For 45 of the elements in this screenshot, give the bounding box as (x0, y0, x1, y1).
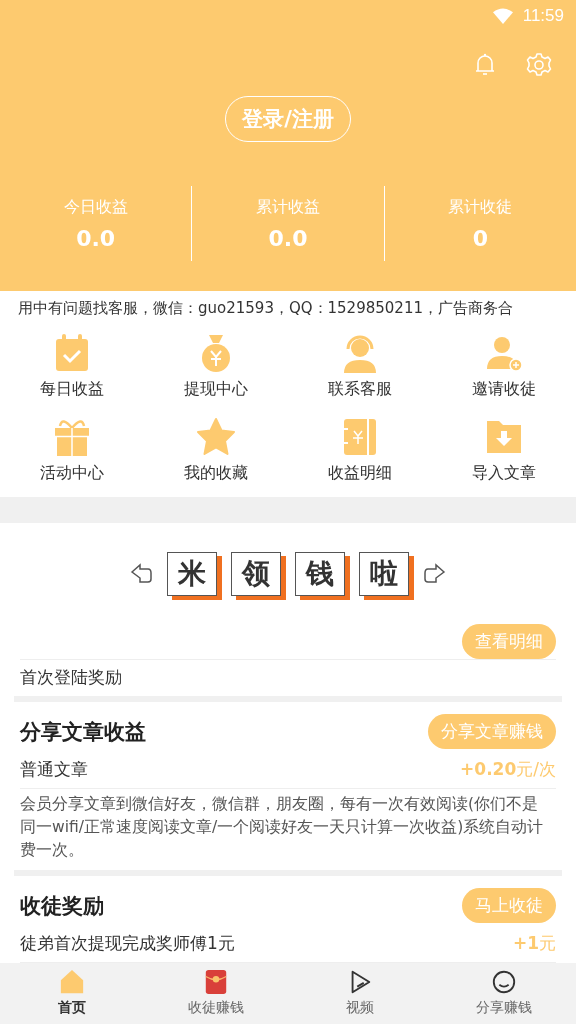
tab-item[interactable]: 分享赚钱 (432, 962, 576, 1024)
shortcut-label: 活动中心 (40, 463, 104, 485)
shortcut-item[interactable]: 提现中心 (144, 324, 288, 409)
stat-value: 0.0 (76, 225, 116, 251)
reward-amount: +0.20元/次 (460, 758, 556, 782)
shortcut-label: 联系客服 (328, 379, 392, 401)
tab-item[interactable]: 视频 (288, 962, 432, 1024)
smiley-icon (491, 969, 517, 996)
envelope-icon (203, 969, 229, 996)
shortcut-item[interactable]: 活动中心 (0, 408, 144, 493)
pointing-hand-icon (129, 561, 153, 586)
pointing-hand-icon (423, 561, 447, 586)
stat-value: 0 (472, 225, 488, 251)
item-label: 普通文章 (20, 758, 88, 782)
description-text: 会员分享文章到微信好友，微信群，朋友圈，每有一次有效阅读(你们不是同一wifi/正常速度阅读文章/一个阅读好友一天只计算一次收益)系统自动计费一次。 (20, 787, 556, 870)
shortcut-label: 我的收藏 (184, 463, 248, 485)
tab-item[interactable]: 收徒赚钱 (144, 962, 288, 1024)
shortcut-item[interactable]: 每日收益 (0, 324, 144, 409)
stat-label: 累计收益 (256, 196, 320, 218)
reward-amount: +1元 (512, 932, 556, 956)
stat-label: 今日收益 (63, 196, 128, 218)
shortcut-item[interactable]: 邀请收徒 (432, 324, 576, 409)
shortcut-label: 导入文章 (472, 463, 536, 485)
status-time: 11:59 (522, 6, 564, 26)
item-label: 徒弟首次提现完成奖师傅1元 (20, 932, 235, 956)
tab-item[interactable]: 首页 (0, 962, 144, 1024)
stat-label: 累计收徒 (448, 196, 513, 218)
shortcut-label: 收益明细 (328, 463, 392, 485)
section-title: 收徒奖励 (20, 892, 104, 920)
gift-icon (52, 417, 92, 458)
shortcut-label: 邀请收徒 (472, 379, 536, 401)
home-icon (59, 969, 85, 996)
settings-icon[interactable] (526, 52, 552, 78)
wifi-icon (492, 7, 513, 25)
shortcut-item[interactable]: 收益明细 (288, 408, 432, 493)
shortcut-item[interactable]: 我的收藏 (144, 408, 288, 493)
shortcut-item[interactable]: 联系客服 (288, 324, 432, 409)
reward-label: 首次登陆奖励 (20, 666, 122, 690)
notice-text: 用中有问题找客服，微信：guo21593，QQ：1529850211，广告商务合 (18, 298, 513, 318)
shortcut-label: 提现中心 (184, 379, 248, 401)
shortcut-label: 每日收益 (40, 379, 104, 401)
section-title: 分享文章收益 (20, 718, 146, 746)
star-icon (196, 417, 236, 458)
shortcut-item[interactable]: 导入文章 (432, 408, 576, 493)
stat-value: 0.0 (268, 225, 308, 251)
